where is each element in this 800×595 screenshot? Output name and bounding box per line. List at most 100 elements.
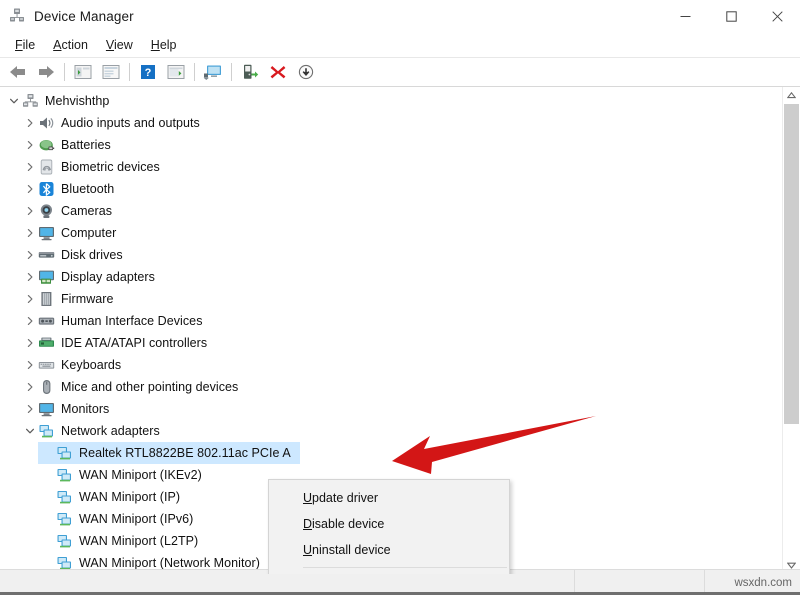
forward-button[interactable]: [33, 60, 59, 84]
chevron-right-icon[interactable]: [22, 228, 38, 238]
menu-file[interactable]: File: [6, 36, 44, 54]
ctx-accel-1: D: [303, 517, 312, 531]
action-pane-button[interactable]: [163, 60, 189, 84]
chevron-right-icon[interactable]: [22, 118, 38, 128]
tree-node[interactable]: Audio inputs and outputs: [0, 112, 783, 134]
tree-node[interactable]: Cameras: [0, 200, 783, 222]
uninstall-device-button[interactable]: [265, 60, 291, 84]
console-tree-button[interactable]: [70, 60, 96, 84]
chevron-right-icon[interactable]: [22, 316, 38, 326]
toolbar: ?: [0, 58, 800, 87]
tree-node-label: Cameras: [61, 204, 112, 218]
window-title: Device Manager: [34, 9, 134, 24]
chevron-right-icon[interactable]: [22, 140, 38, 150]
tree-node-label: WAN Miniport (L2TP): [79, 534, 198, 548]
chevron-right-icon[interactable]: [22, 294, 38, 304]
tree-node[interactable]: Monitors: [0, 398, 783, 420]
chevron-right-icon[interactable]: [22, 206, 38, 216]
chevron-down-icon[interactable]: [22, 426, 38, 436]
chevron-right-icon[interactable]: [22, 184, 38, 194]
menu-bar: File Action View Help: [0, 33, 800, 58]
menu-help-accel: H: [151, 38, 160, 52]
chevron-right-icon[interactable]: [22, 382, 38, 392]
disk-drive-icon: [38, 247, 55, 263]
tree-node[interactable]: Biometric devices: [0, 156, 783, 178]
tree-node-label: WAN Miniport (IPv6): [79, 512, 193, 526]
device-manager-window: Device Manager File Action View Help: [0, 0, 800, 595]
tree-node-label: IDE ATA/ATAPI controllers: [61, 336, 207, 350]
scroll-thumb[interactable]: [784, 104, 799, 424]
tree-node[interactable]: Keyboards: [0, 354, 783, 376]
monitor-icon: [38, 225, 55, 241]
menu-view[interactable]: View: [97, 36, 142, 54]
network-adapter-icon: [56, 467, 73, 483]
tree-node-label: Mice and other pointing devices: [61, 380, 238, 394]
tree-node[interactable]: Mehvishthp: [0, 90, 783, 112]
bluetooth-icon: [38, 181, 55, 197]
tree-node-label: WAN Miniport (Network Monitor): [79, 556, 260, 570]
menu-view-accel: V: [106, 38, 114, 52]
close-button[interactable]: [754, 0, 800, 32]
svg-text:?: ?: [145, 67, 152, 79]
scan-hardware-changes-button[interactable]: [200, 60, 226, 84]
toolbar-separator: [129, 63, 130, 81]
tree-node-label: Keyboards: [61, 358, 121, 372]
tree-node[interactable]: Bluetooth: [0, 178, 783, 200]
tree-node-label: Network adapters: [61, 424, 160, 438]
chevron-right-icon[interactable]: [22, 250, 38, 260]
tree-node[interactable]: Firmware: [0, 288, 783, 310]
network-adapter-icon: [56, 511, 73, 527]
tree-node[interactable]: Human Interface Devices: [0, 310, 783, 332]
context-menu[interactable]: Update driver Disable device Uninstall d…: [268, 479, 510, 574]
tree-node[interactable]: Disk drives: [0, 244, 783, 266]
menu-help-rest: elp: [160, 38, 177, 52]
context-menu-item-update-driver[interactable]: Update driver: [269, 485, 509, 511]
firmware-chip-icon: [38, 291, 55, 307]
ctx-accel-0: U: [303, 491, 312, 505]
menu-action-rest: ction: [62, 38, 88, 52]
tree-node-label: Computer: [61, 226, 116, 240]
chevron-down-icon[interactable]: [6, 96, 22, 106]
context-menu-item-disable-device[interactable]: Disable device: [269, 511, 509, 537]
tree-node[interactable]: Display adapters: [0, 266, 783, 288]
back-button[interactable]: [5, 60, 31, 84]
minimize-button[interactable]: [662, 0, 708, 32]
tree-node-label: Audio inputs and outputs: [61, 116, 200, 130]
tree-node[interactable]: Realtek RTL8822BE 802.11ac PCIe A: [0, 442, 783, 464]
ide-controller-icon: [38, 335, 55, 351]
properties-button[interactable]: [98, 60, 124, 84]
chevron-right-icon[interactable]: [22, 162, 38, 172]
menu-action[interactable]: Action: [44, 36, 97, 54]
computer-root-icon: [22, 93, 39, 109]
ctx-rest-0: pdate driver: [312, 491, 378, 505]
tree-node[interactable]: Computer: [0, 222, 783, 244]
chevron-right-icon[interactable]: [22, 338, 38, 348]
vertical-scrollbar[interactable]: [782, 87, 800, 574]
chevron-right-icon[interactable]: [22, 360, 38, 370]
tree-node-label: Monitors: [61, 402, 109, 416]
tree-node[interactable]: IDE ATA/ATAPI controllers: [0, 332, 783, 354]
context-menu-item-uninstall-device[interactable]: Uninstall device: [269, 537, 509, 563]
help-button[interactable]: ?: [135, 60, 161, 84]
tree-node-label: Batteries: [61, 138, 111, 152]
tree-node-label: Display adapters: [61, 270, 155, 284]
disable-device-button[interactable]: [293, 60, 319, 84]
menu-action-accel: A: [53, 38, 61, 52]
tree-node-label: Disk drives: [61, 248, 123, 262]
maximize-button[interactable]: [708, 0, 754, 32]
menu-help[interactable]: Help: [142, 36, 186, 54]
tree-node-label: Firmware: [61, 292, 113, 306]
tree-node[interactable]: Batteries: [0, 134, 783, 156]
scroll-up-button[interactable]: [783, 87, 800, 104]
toolbar-separator: [231, 63, 232, 81]
chevron-right-icon[interactable]: [22, 272, 38, 282]
update-driver-button[interactable]: [237, 60, 263, 84]
mouse-icon: [38, 379, 55, 395]
tree-node[interactable]: Mice and other pointing devices: [0, 376, 783, 398]
chevron-right-icon[interactable]: [22, 404, 38, 414]
tree-node-label: Human Interface Devices: [61, 314, 203, 328]
context-menu-item-scan-for-hardware-changes[interactable]: Scan for hardware changes: [269, 572, 509, 574]
menu-file-rest: ile: [23, 38, 36, 52]
window-controls: [662, 0, 800, 32]
tree-node[interactable]: Network adapters: [0, 420, 783, 442]
